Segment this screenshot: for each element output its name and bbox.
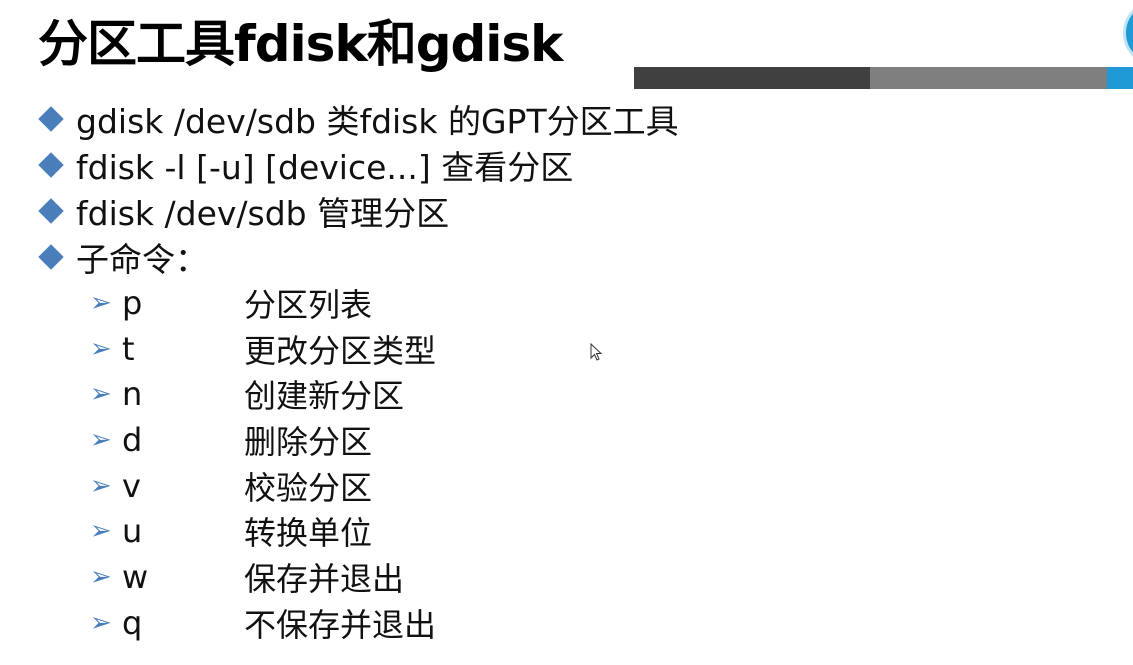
bullet-item: fdisk -l [-u] [device...] 查看分区 [38, 142, 679, 188]
subcommand-description: 更改分区类型 [244, 331, 437, 370]
arrow-bullet-icon: ➢ [90, 287, 112, 318]
subcommand-item: ➢ p 分区列表 [90, 280, 436, 326]
bullet-item: gdisk /dev/sdb 类fdisk 的GPT分区工具 [38, 96, 679, 142]
bullet-text: 子命令： [76, 240, 208, 279]
bullet-list: gdisk /dev/sdb 类fdisk 的GPT分区工具 fdisk -l … [38, 96, 679, 280]
subcommand-item: ➢ t 更改分区类型 [90, 326, 436, 372]
subcommand-key: n [122, 375, 143, 414]
bullet-text: fdisk -l [-u] [device...] 查看分区 [76, 148, 574, 187]
bullet-item: fdisk /dev/sdb 管理分区 [38, 188, 679, 234]
header-bar-gray [870, 67, 1107, 89]
header-bar-dark [634, 67, 870, 89]
diamond-bullet-icon [38, 152, 64, 178]
subcommand-item: ➢ n 创建新分区 [90, 371, 436, 417]
arrow-bullet-icon: ➢ [90, 561, 112, 592]
arrow-bullet-icon: ➢ [90, 379, 112, 410]
subcommand-description: 创建新分区 [244, 377, 405, 416]
subcommand-description: 保存并退出 [244, 559, 405, 598]
subcommand-description: 校验分区 [244, 468, 373, 507]
arrow-bullet-icon: ➢ [90, 470, 112, 501]
subcommand-key: w [122, 557, 149, 596]
subcommand-description: 删除分区 [244, 422, 373, 461]
subcommand-item: ➢ v 校验分区 [90, 463, 436, 509]
subcommand-item: ➢ q 不保存并退出 [90, 600, 436, 646]
bullet-item: 子命令： [38, 234, 679, 280]
diamond-bullet-icon [38, 244, 64, 270]
subcommand-description: 转换单位 [244, 514, 373, 553]
subcommand-key: v [122, 466, 141, 505]
subcommand-key: d [122, 420, 143, 459]
arrow-bullet-icon: ➢ [90, 516, 112, 547]
subcommand-item: ➢ w 保存并退出 [90, 554, 436, 600]
slide-title: 分区工具fdisk和gdisk [38, 15, 563, 73]
subcommand-item: ➢ d 删除分区 [90, 417, 436, 463]
logo-icon [1123, 0, 1133, 66]
bullet-text: fdisk /dev/sdb 管理分区 [76, 194, 450, 233]
subcommand-description: 分区列表 [244, 285, 373, 324]
subcommand-list: ➢ p 分区列表 ➢ t 更改分区类型 ➢ n 创建新分区 ➢ d 删除分区 ➢… [90, 280, 436, 646]
bullet-text: gdisk /dev/sdb 类fdisk 的GPT分区工具 [76, 102, 679, 141]
header-bar-blue [1107, 67, 1133, 89]
subcommand-key: t [122, 329, 135, 368]
subcommand-description: 不保存并退出 [244, 605, 437, 644]
subcommand-key: q [122, 603, 143, 642]
arrow-bullet-icon: ➢ [90, 607, 112, 638]
subcommand-key: p [122, 283, 143, 322]
subcommand-key: u [122, 512, 143, 551]
arrow-bullet-icon: ➢ [90, 424, 112, 455]
subcommand-item: ➢ u 转换单位 [90, 508, 436, 554]
diamond-bullet-icon [38, 106, 64, 132]
arrow-bullet-icon: ➢ [90, 333, 112, 364]
diamond-bullet-icon [38, 198, 64, 224]
